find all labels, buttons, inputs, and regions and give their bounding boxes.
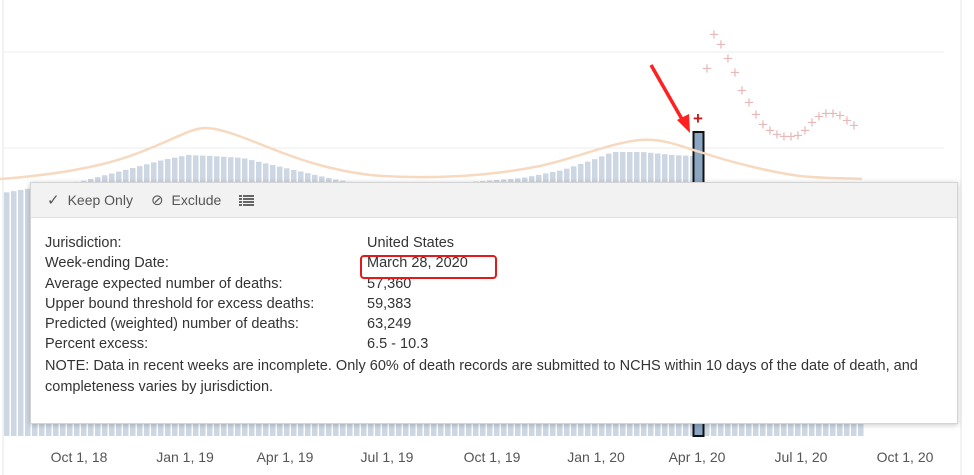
row-value: United States (367, 235, 455, 251)
view-data-button[interactable] (239, 194, 255, 206)
row-value: 6.5 - 10.3 (367, 336, 429, 353)
x-tick-label: Apr 1, 19 (256, 449, 314, 465)
tooltip-note: NOTE: Data in recent weeks are incomplet… (45, 357, 918, 395)
tooltip-toolbar: ✓ Keep Only ⊘ Exclude (31, 183, 957, 218)
chart-bar[interactable] (18, 190, 24, 436)
tooltip: ✓ Keep Only ⊘ Exclude Jurisdiction: Unit… (30, 182, 958, 424)
row-label: Upper bound threshold for excess deaths: (45, 295, 315, 312)
row-value: March 28, 2020 (367, 255, 468, 272)
tooltip-row-week-ending-date: Week-ending Date: March 28, 2020 (45, 253, 943, 273)
row-label: Jurisdiction: (45, 235, 122, 251)
chart-bar[interactable] (4, 192, 10, 436)
no-entry-icon: ⊘ (150, 192, 164, 209)
x-tick-label: Apr 1, 20 (668, 449, 726, 465)
selected-excess-marker: + (693, 109, 703, 128)
row-label: Percent excess: (45, 336, 149, 353)
tooltip-body: Jurisdiction: United States Week-ending … (31, 218, 957, 398)
tooltip-row-average-expected: Average expected number of deaths: 57,36… (45, 274, 943, 294)
row-value: 63,249 (367, 316, 412, 333)
x-tick-label: Jul 1, 19 (360, 449, 414, 465)
x-tick-label: Jul 1, 20 (774, 449, 828, 465)
checkmark-icon: ✓ (47, 192, 60, 209)
row-label: Week-ending Date: (45, 255, 169, 272)
keep-only-button[interactable]: ✓ Keep Only (47, 191, 133, 209)
tooltip-row-predicted: Predicted (weighted) number of deaths: 6… (45, 314, 943, 334)
tooltip-row-upper-bound: Upper bound threshold for excess deaths:… (45, 294, 943, 314)
excess-marker: + (730, 63, 740, 82)
excess-marker: + (702, 59, 712, 78)
tooltip-row-jurisdiction: Jurisdiction: United States (45, 233, 943, 253)
x-tick-label: Jan 1, 20 (567, 449, 625, 465)
x-tick-label: Oct 1, 20 (876, 449, 934, 465)
chart-bar[interactable] (11, 191, 17, 436)
row-label: Average expected number of deaths: (45, 275, 283, 292)
tooltip-row-percent-excess: Percent excess: 6.5 - 10.3 (45, 334, 943, 354)
x-tick-label: Jan 1, 19 (156, 449, 214, 465)
view-data-icon (239, 194, 255, 206)
row-label: Predicted (weighted) number of deaths: (45, 316, 299, 333)
row-value: 59,383 (367, 295, 412, 312)
exclude-button[interactable]: ⊘ Exclude (151, 191, 221, 209)
x-tick-label: Oct 1, 19 (463, 449, 521, 465)
row-value: 57,360 (367, 275, 412, 292)
x-tick-label: Oct 1, 18 (50, 449, 108, 465)
keep-only-label: Keep Only (67, 192, 133, 208)
exclude-label: Exclude (171, 192, 222, 208)
excess-marker: + (849, 116, 859, 135)
